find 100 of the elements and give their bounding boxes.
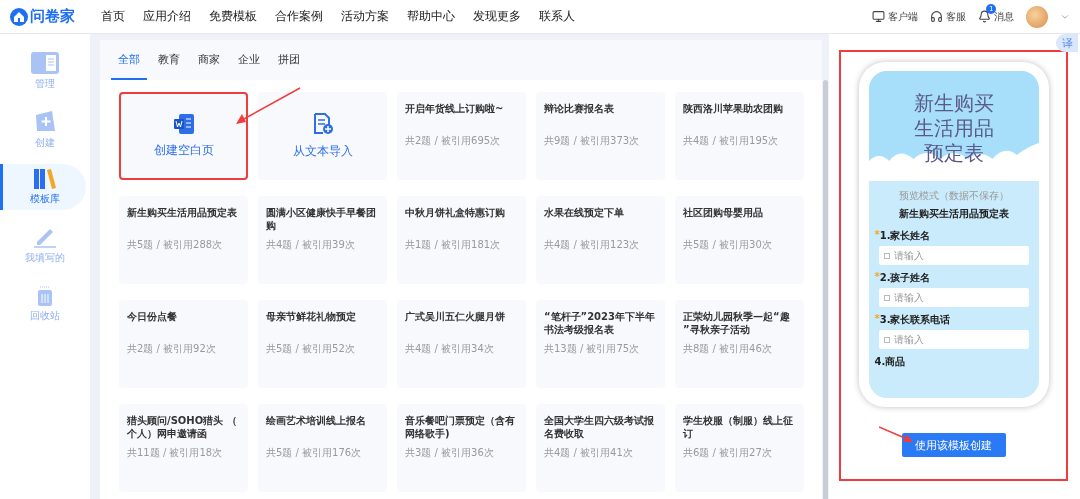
template-card[interactable]: 正荣幼儿园秋季—起“趣”寻秋亲子活动 共8题 / 被引用46次 (675, 300, 804, 388)
template-title: 水果在线预定下单 (544, 206, 625, 220)
template-card[interactable]: 开启年货线上订购啦~ 共2题 / 被引用695次 (397, 92, 526, 180)
template-stats: 共9题 / 被引用373次 (544, 134, 641, 148)
question-label: 1.家长姓名 (879, 229, 931, 243)
template-stats: 共11题 / 被引用18次 (127, 446, 224, 460)
template-title: 正荣幼儿园秋季—起“趣”寻秋亲子活动 (683, 310, 791, 336)
template-card[interactable]: 猎头顾问/SOHO猎头 （个人）网申邀请函 共11题 / 被引用18次 (119, 404, 248, 492)
form-title: 新生购买生活用品预定表 (898, 207, 1009, 221)
category-tab[interactable]: 拼团 (271, 40, 307, 80)
required-mark: * (874, 271, 880, 284)
document-add-icon (311, 112, 334, 135)
template-stats: 共4题 / 被引用123次 (544, 238, 641, 252)
books-icon (33, 168, 56, 189)
nav-link[interactable]: 发现更多 (464, 8, 530, 25)
template-title: 学生校服（制服）线上征订 (683, 414, 794, 440)
template-stats: 共5题 / 被引用288次 (127, 238, 224, 252)
template-stats: 共2题 / 被引用92次 (127, 342, 217, 356)
template-stats: 共8题 / 被引用46次 (683, 342, 773, 356)
template-title: “笔杆子”2023年下半年书法考级报名表 (544, 310, 656, 336)
category-tab[interactable]: 教育 (151, 40, 187, 80)
category-tab[interactable]: 商家 (191, 40, 227, 80)
template-stats: 共4题 / 被引用34次 (405, 342, 495, 356)
template-card[interactable]: 中秋月饼礼盒特惠订购 共1题 / 被引用181次 (397, 196, 526, 284)
toolbar-link[interactable]: 客户端 (872, 3, 918, 30)
template-card[interactable]: 圆满小区健康快手早餐团购 共4题 / 被引用39次 (258, 196, 387, 284)
template-title: 辩论比赛报名表 (544, 102, 615, 116)
template-stats: 共4题 / 被引用41次 (544, 446, 634, 460)
template-card[interactable]: 水果在线预定下单 共4题 / 被引用123次 (536, 196, 665, 284)
template-stats: 共5题 / 被引用52次 (266, 342, 356, 356)
template-title: 广式吴川五仁火腿月饼 (405, 310, 506, 324)
template-card[interactable]: 今日份点餐 共2题 / 被引用92次 (119, 300, 248, 388)
scrollbar[interactable] (823, 80, 828, 499)
headset-icon (930, 10, 943, 23)
monitor-icon (872, 10, 885, 23)
template-stats: 共4题 / 被引用195次 (683, 134, 780, 148)
template-card[interactable]: 绘画艺术培训线上报名 共5题 / 被引用176次 (258, 404, 387, 492)
nav-link[interactable]: 活动方案 (332, 8, 398, 25)
action-card[interactable]: 创建空白页 (119, 92, 248, 180)
template-title: 社区团购母婴用品 (683, 206, 764, 220)
logo-text: 问卷家 (30, 7, 75, 26)
template-title: 猎头顾问/SOHO猎头 （个人）网申邀请函 (127, 414, 238, 440)
template-stats: 共1题 / 被引用181次 (405, 238, 502, 252)
plus-icon (33, 108, 56, 133)
bell-icon (978, 10, 991, 23)
nav-link[interactable]: 联系人 (530, 8, 584, 25)
template-card[interactable]: 社区团购母婴用品 共5题 / 被引用30次 (675, 196, 804, 284)
panel-icon (30, 51, 59, 74)
required-mark: * (874, 229, 880, 242)
template-stats: 共3题 / 被引用36次 (405, 446, 495, 460)
field-icon (883, 336, 890, 343)
field-icon (883, 252, 890, 259)
nav-link[interactable]: 免费模板 (200, 8, 266, 25)
arrow-annotation (879, 426, 913, 444)
template-stats: 共2题 / 被引用695次 (405, 134, 502, 148)
template-stats: 共6题 / 被引用27次 (683, 446, 773, 460)
category-tab[interactable]: 企业 (231, 40, 267, 80)
avatar[interactable] (1026, 5, 1048, 28)
question-label: 4.商品 (874, 355, 906, 369)
template-title: 母亲节鲜花礼物预定 (266, 310, 357, 324)
template-title: 陕西洛川苹果助农团购 (683, 102, 784, 116)
use-template-button[interactable]: 使用该模板创建 (901, 433, 1006, 457)
template-title: 中秋月饼礼盒特惠订购 (405, 206, 506, 220)
trash-icon (36, 283, 53, 306)
document-icon (172, 113, 195, 134)
template-stats: 共13题 / 被引用75次 (544, 342, 641, 356)
template-card[interactable]: “笔杆子”2023年下半年书法考级报名表 共13题 / 被引用75次 (536, 300, 665, 388)
nav-link[interactable]: 合作案例 (266, 8, 332, 25)
template-card[interactable]: 学生校服（制服）线上征订 共6题 / 被引用27次 (675, 404, 804, 492)
sidebar-item[interactable]: 模板库 (0, 164, 86, 210)
action-card[interactable]: 从文本导入 (258, 92, 387, 180)
toolbar-link[interactable]: 客服 (930, 3, 966, 30)
template-stats: 共5题 / 被引用30次 (683, 238, 773, 252)
template-title: 圆满小区健康快手早餐团购 (266, 206, 377, 232)
nav-link[interactable]: 帮助中心 (398, 8, 464, 25)
template-title: 音乐餐吧门票预定（含有网络歌手) (405, 414, 516, 440)
template-card[interactable]: 陕西洛川苹果助农团购 共4题 / 被引用195次 (675, 92, 804, 180)
template-card[interactable]: 广式吴川五仁火腿月饼 共4题 / 被引用34次 (397, 300, 526, 388)
action-label: 创建空白页 (153, 141, 214, 159)
field-icon (883, 294, 890, 301)
preview-notice: 预览模式（数据不保存） (898, 189, 1009, 203)
template-card[interactable]: 音乐餐吧门票预定（含有网络歌手) 共3题 / 被引用36次 (397, 404, 526, 492)
template-stats: 共4题 / 被引用39次 (266, 238, 356, 252)
required-mark: * (874, 313, 880, 326)
template-card[interactable]: 辩论比赛报名表 共9题 / 被引用373次 (536, 92, 665, 180)
nav-link[interactable]: 首页 (92, 8, 134, 25)
question-label: 2.孩子姓名 (879, 271, 931, 285)
template-card[interactable]: 全国大学生四六级考试报名费收取 共4题 / 被引用41次 (536, 404, 665, 492)
template-card[interactable]: 新生购买生活用品预定表 共5题 / 被引用288次 (119, 196, 248, 284)
template-title: 绘画艺术培训线上报名 (266, 414, 367, 428)
action-label: 从文本导入 (292, 142, 353, 160)
template-stats: 共5题 / 被引用176次 (266, 446, 363, 460)
nav-link[interactable]: 应用介绍 (134, 8, 200, 25)
template-title: 新生购买生活用品预定表 (127, 206, 238, 220)
house-logo-icon (10, 7, 28, 26)
template-card[interactable]: 母亲节鲜花礼物预定 共5题 / 被引用52次 (258, 300, 387, 388)
category-tab[interactable]: 全部 (111, 40, 147, 80)
template-title: 今日份点餐 (127, 310, 178, 324)
template-title: 开启年货线上订购啦~ (405, 102, 505, 116)
question-label: 3.家长联系电话 (879, 313, 951, 327)
